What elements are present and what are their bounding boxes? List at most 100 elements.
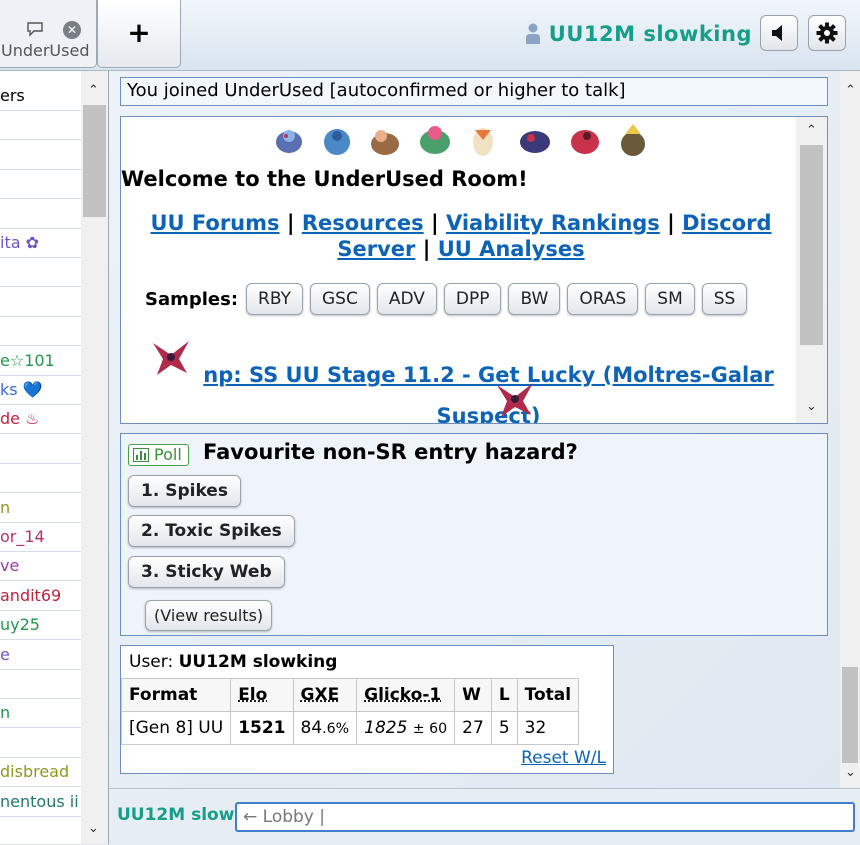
userlist-item[interactable]: uy25 xyxy=(0,611,81,640)
header-total: Total xyxy=(517,679,578,712)
sample-button-ss[interactable]: SS xyxy=(702,283,748,315)
userlist-item[interactable]: or_14 xyxy=(0,523,81,552)
userlist-scrollbar[interactable]: ⌃ ⌄ xyxy=(81,71,108,844)
sample-button-gsc[interactable]: GSC xyxy=(310,283,370,315)
scrollbar-thumb[interactable] xyxy=(800,145,823,345)
poll-question: Favourite non-SR entry hazard? xyxy=(203,440,578,464)
userlist-item[interactable]: n xyxy=(0,699,81,728)
userlist-item[interactable]: ve xyxy=(0,552,81,581)
userlist-item[interactable] xyxy=(0,288,81,317)
sample-button-adv[interactable]: ADV xyxy=(377,283,437,315)
cell-format: [Gen 8] UU xyxy=(122,712,231,745)
sample-button-bw[interactable]: BW xyxy=(508,283,560,315)
sample-button-rby[interactable]: RBY xyxy=(246,283,303,315)
header-gxe: GXE xyxy=(293,679,357,712)
scrollbar-thumb[interactable] xyxy=(842,667,858,763)
chat-input-bar: UU12M slow ← Lobby | xyxy=(109,788,860,845)
scroll-down-icon[interactable]: ⌄ xyxy=(806,399,817,414)
close-tab-icon[interactable]: ✕ xyxy=(63,21,81,39)
userlist-item[interactable]: ks 💙 xyxy=(0,376,81,405)
poll-badge: Poll xyxy=(128,444,189,466)
reset-wl-link[interactable]: Reset W/L xyxy=(521,748,606,768)
stats-user-line: User: UU12M slowking xyxy=(129,652,337,672)
scroll-up-icon[interactable]: ⌃ xyxy=(88,83,99,98)
user-list: ers ita ✿ e☆101 ks 💙 de ♨ n or_14 ve andit69 uy25… xyxy=(0,71,109,844)
pokemon-sprites xyxy=(269,122,669,160)
header-elo: Elo xyxy=(231,679,293,712)
user-stats-box: User: UU12M slowking Format Elo GXE Glic… xyxy=(120,645,614,774)
cell-glicko: 1825 ± 60 xyxy=(357,712,455,745)
room-links: UU Forums | Resources | Viability Rankin… xyxy=(131,210,791,262)
scroll-down-icon[interactable]: ⌄ xyxy=(88,821,99,836)
scrollbar-thumb[interactable] xyxy=(83,105,106,217)
userlist-item[interactable] xyxy=(0,464,81,493)
userlist-item[interactable] xyxy=(0,435,81,464)
new-tab-button[interactable]: + xyxy=(97,0,181,68)
cell-gxe: 84.6% xyxy=(293,712,357,745)
userlist-item[interactable]: ita ✿ xyxy=(0,229,81,258)
welcome-title: Welcome to the UnderUsed Room! xyxy=(121,167,796,191)
userlist-item[interactable] xyxy=(0,670,81,699)
userlist-item[interactable]: ers xyxy=(0,82,81,111)
table-row: [Gen 8] UU 1521 84.6% 1825 ± 60 27 5 32 xyxy=(122,712,579,745)
userlist-item[interactable]: n xyxy=(0,494,81,523)
poll-option-3[interactable]: 3. Sticky Web xyxy=(128,556,285,588)
userlist-item[interactable]: andit69 xyxy=(0,582,81,611)
userlist-item[interactable]: nentous ii xyxy=(0,788,81,817)
link-uu-analyses[interactable]: UU Analyses xyxy=(438,237,585,261)
userlist-item[interactable] xyxy=(0,317,81,346)
view-results-button[interactable]: (View results) xyxy=(145,600,272,631)
scroll-up-icon[interactable]: ⌃ xyxy=(845,83,856,98)
userlist-item[interactable]: e☆101 xyxy=(0,347,81,376)
sound-button[interactable] xyxy=(760,15,798,51)
link-viability-rankings[interactable]: Viability Rankings xyxy=(446,211,660,235)
header-losses: L xyxy=(491,679,517,712)
userlist-item[interactable] xyxy=(0,200,81,229)
samples-row: Samples: RBY GSC ADV DPP BW ORAS SM SS xyxy=(145,283,754,315)
speaker-icon xyxy=(770,24,788,42)
link-resources[interactable]: Resources xyxy=(302,211,424,235)
settings-button[interactable] xyxy=(808,15,846,51)
sample-button-dpp[interactable]: DPP xyxy=(444,283,502,315)
userlist-item[interactable]: de ♨ xyxy=(0,405,81,434)
sample-button-oras[interactable]: ORAS xyxy=(567,283,638,315)
cell-losses: 5 xyxy=(491,712,517,745)
chat-input[interactable]: ← Lobby | xyxy=(235,802,855,832)
stats-user-label: User: xyxy=(129,652,173,672)
current-username: UU12M slowking xyxy=(549,22,752,46)
userlist-item[interactable]: disbread xyxy=(0,758,81,787)
chat-scrollbar[interactable]: ⌃ ⌄ xyxy=(840,71,860,788)
poll-box: Poll Favourite non-SR entry hazard? 1. S… xyxy=(120,433,828,636)
moltres-galar-sprite-icon xyxy=(493,379,537,419)
cell-wins: 27 xyxy=(455,712,492,745)
join-message: You joined UnderUsed [autoconfirmed or h… xyxy=(120,77,828,106)
userlist-item[interactable] xyxy=(0,258,81,287)
sample-button-sm[interactable]: SM xyxy=(645,283,694,315)
link-uu-forums[interactable]: UU Forums xyxy=(150,211,279,235)
userlist-item[interactable] xyxy=(0,141,81,170)
link-separator: | xyxy=(431,211,439,235)
cell-elo: 1521 xyxy=(231,712,293,745)
tab-label: UnderUsed xyxy=(1,41,89,60)
top-bar: ✕ UnderUsed + UU12M slowking xyxy=(0,0,860,71)
userlist-item[interactable] xyxy=(0,729,81,758)
now-playing-link[interactable]: np: SS UU Stage 11.2 - Get Lucky (Moltre… xyxy=(194,355,784,424)
scroll-up-icon[interactable]: ⌃ xyxy=(806,123,817,138)
userlist-item[interactable]: e xyxy=(0,641,81,670)
tab-underused[interactable]: ✕ UnderUsed xyxy=(0,0,97,68)
header-glicko: Glicko-1 xyxy=(357,679,455,712)
user-icon xyxy=(525,23,541,45)
header-format: Format xyxy=(122,679,231,712)
chat-bubble-icon xyxy=(26,21,44,37)
welcome-scrollbar[interactable]: ⌃ ⌄ xyxy=(796,117,827,423)
userlist-item[interactable] xyxy=(0,170,81,199)
samples-label: Samples: xyxy=(145,289,238,310)
poll-option-1[interactable]: 1. Spikes xyxy=(128,475,241,507)
link-separator: | xyxy=(287,211,295,235)
poll-option-2[interactable]: 2. Toxic Spikes xyxy=(128,515,295,547)
userlist-item[interactable] xyxy=(0,111,81,140)
scroll-down-icon[interactable]: ⌄ xyxy=(845,765,856,780)
user-area[interactable]: UU12M slowking xyxy=(525,18,752,50)
cell-total: 32 xyxy=(517,712,578,745)
plus-icon: + xyxy=(98,19,180,47)
